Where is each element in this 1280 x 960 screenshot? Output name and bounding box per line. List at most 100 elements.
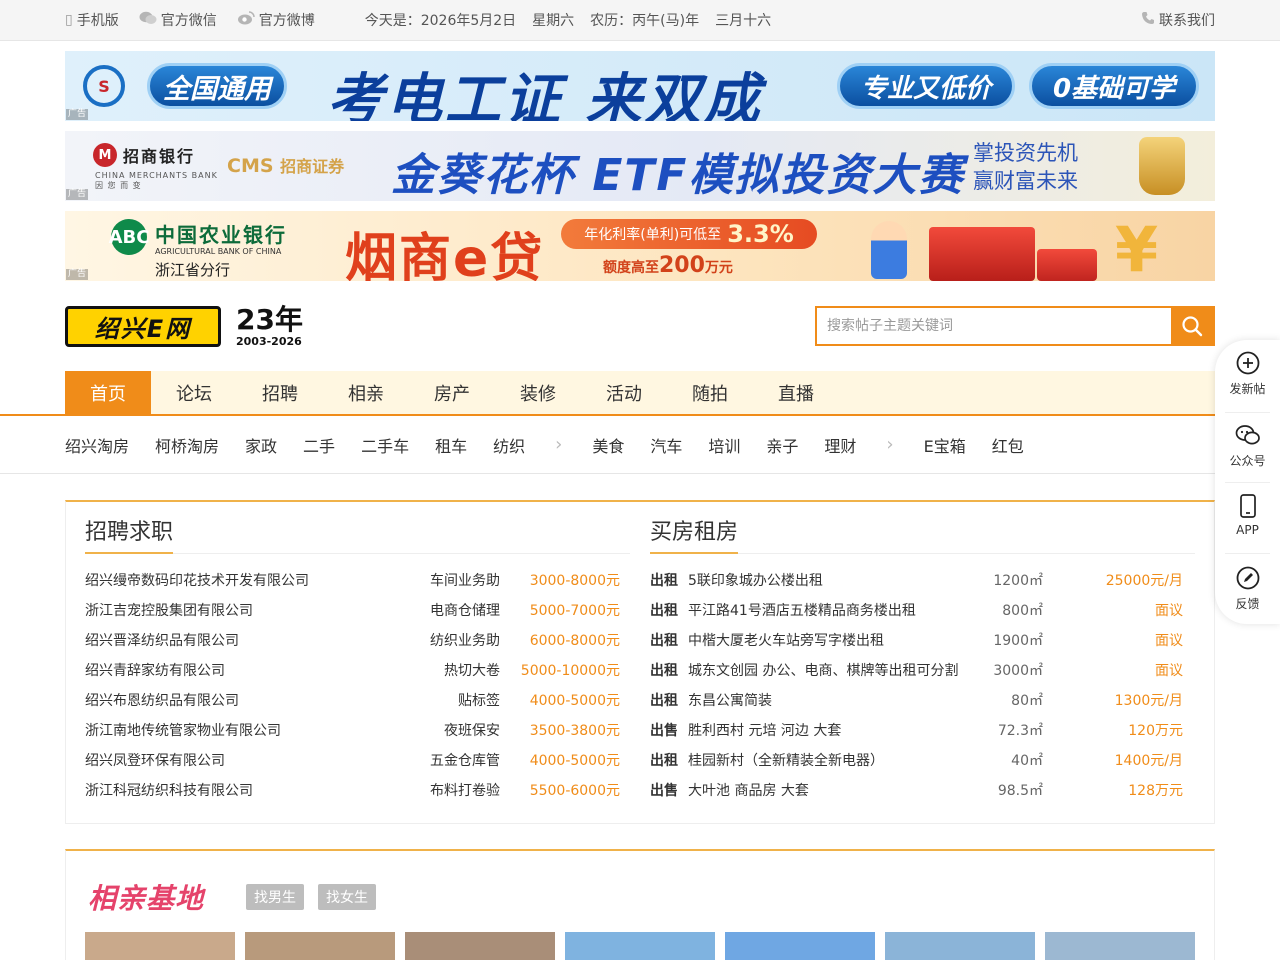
job-row[interactable]: 绍兴凤登环保有限公司 五金仓库管 4000-5000元: [85, 745, 630, 775]
title-underline: [85, 552, 173, 554]
nav-item-8[interactable]: 直播: [753, 371, 839, 414]
job-company[interactable]: 绍兴凤登环保有限公司: [85, 750, 385, 770]
cmb-motto: 因 您 而 变: [95, 181, 142, 190]
job-company[interactable]: 浙江科冠纺织科技有限公司: [85, 780, 385, 800]
profile-photo[interactable]: [725, 932, 875, 960]
house-title[interactable]: 城东文创园 办公、电商、棋牌等出租可分割: [688, 660, 988, 680]
house-title[interactable]: 桂园新村（全新精装全新电器）: [688, 750, 988, 770]
house-row[interactable]: 出租 5联印象城办公楼出租 1200㎡ 25000元/月: [650, 565, 1195, 595]
subnav-item[interactable]: 家政: [245, 433, 277, 457]
subnav-item[interactable]: 柯桥淘房: [155, 433, 219, 457]
dating-brand[interactable]: 相亲基地: [88, 877, 204, 917]
ad-banner-etf-contest[interactable]: M 招商银行 CHINA MERCHANTS BANK 因 您 而 变 CMS 招…: [65, 131, 1215, 201]
wechat-label: 官方微信: [160, 13, 217, 29]
house-row[interactable]: 出租 中楷大厦老火车站旁写字楼出租 1900㎡ 面议: [650, 625, 1195, 655]
house-area: 40㎡: [1011, 753, 1043, 769]
houses-title[interactable]: 买房租房: [650, 514, 738, 546]
find-male-button[interactable]: 找男生: [246, 884, 304, 910]
job-row[interactable]: 浙江南地传统管家物业有限公司 夜班保安 3500-3800元: [85, 715, 630, 745]
find-female-button[interactable]: 找女生: [318, 884, 376, 910]
subnav-item[interactable]: E宝箱: [924, 433, 966, 457]
job-row[interactable]: 绍兴布恩纺织品有限公司 贴标签 4000-5000元: [85, 685, 630, 715]
house-row[interactable]: 出租 桂园新村（全新精装全新电器） 40㎡ 1400元/月: [650, 745, 1195, 775]
weibo-link[interactable]: 官方微博: [237, 10, 315, 30]
subnav-item[interactable]: 美食: [592, 433, 624, 457]
nav-item-5[interactable]: 装修: [495, 371, 581, 414]
profile-photo[interactable]: [405, 932, 555, 960]
job-company[interactable]: 绍兴缦帝数码印花技术开发有限公司: [85, 570, 385, 590]
jobs-title[interactable]: 招聘求职: [85, 514, 173, 546]
job-row[interactable]: 绍兴青辞家纺有限公司 热切大卷 5000-10000元: [85, 655, 630, 685]
job-company[interactable]: 浙江吉宠控股集团有限公司: [85, 600, 385, 620]
job-row[interactable]: 绍兴缦帝数码印花技术开发有限公司 车间业务助 3000-8000元: [85, 565, 630, 595]
nav-item-6[interactable]: 活动: [581, 371, 667, 414]
house-row[interactable]: 出租 平江路41号酒店五楼精品商务楼出租 800㎡ 面议: [650, 595, 1195, 625]
job-row[interactable]: 浙江吉宠控股集团有限公司 电商仓储理 5000-7000元: [85, 595, 630, 625]
subnav-item[interactable]: 培训: [708, 433, 740, 457]
profile-photos: [85, 932, 1195, 960]
mobile-link[interactable]: ▯ 手机版: [65, 10, 119, 30]
nav-item-1[interactable]: 论坛: [151, 371, 237, 414]
abc-branch: 浙江省分行: [155, 261, 231, 279]
subnav-item[interactable]: 亲子: [766, 433, 798, 457]
nav-item-4[interactable]: 房产: [409, 371, 495, 414]
search-input[interactable]: [817, 308, 1171, 344]
today-date: 今天是：2026年5月2日: [364, 13, 517, 29]
subnav-divider: [0, 473, 1280, 474]
subnav-item[interactable]: 绍兴淘房: [65, 433, 129, 457]
job-row[interactable]: 浙江科冠纺织科技有限公司 布料打卷验 5500-6000元: [85, 775, 630, 805]
house-row[interactable]: 出租 城东文创园 办公、电商、棋牌等出租可分割 3000㎡ 面议: [650, 655, 1195, 685]
app-button[interactable]: APP: [1215, 493, 1280, 555]
nav-item-3[interactable]: 相亲: [323, 371, 409, 414]
house-title[interactable]: 大叶池 商品房 大套: [688, 780, 988, 800]
job-company[interactable]: 绍兴晋泽纺织品有限公司: [85, 630, 385, 650]
subnav-item[interactable]: 红包: [992, 433, 1024, 457]
profile-photo[interactable]: [245, 932, 395, 960]
subnav-item[interactable]: 租车: [435, 433, 467, 457]
slogan-line-2: 赢财富未来: [973, 169, 1078, 193]
house-title[interactable]: 平江路41号酒店五楼精品商务楼出租: [688, 600, 988, 620]
jobs-section: 招聘求职 绍兴缦帝数码印花技术开发有限公司 车间业务助 3000-8000元 浙江吉宠…: [85, 502, 630, 805]
school-logo: S: [83, 65, 125, 107]
house-row[interactable]: 出租 东昌公寓简装 80㎡ 1300元/月: [650, 685, 1195, 715]
search-button[interactable]: [1171, 308, 1213, 344]
subnav-item[interactable]: 二手车: [361, 433, 409, 457]
nav-item-7[interactable]: 随拍: [667, 371, 753, 414]
subnav-item[interactable]: 理财: [824, 433, 856, 457]
house-row[interactable]: 出售 大叶池 商品房 大套 98.5㎡ 128万元: [650, 775, 1195, 805]
subnav-item[interactable]: 纺织: [493, 433, 525, 457]
wechat-icon: [139, 11, 157, 29]
job-company[interactable]: 绍兴青辞家纺有限公司: [85, 660, 385, 680]
nav-item-0[interactable]: 首页: [65, 371, 151, 414]
job-company[interactable]: 绍兴布恩纺织品有限公司: [85, 690, 385, 710]
house-area: 1200㎡: [993, 573, 1043, 589]
house-price: 1300元/月: [1114, 693, 1183, 709]
subnav-item[interactable]: 汽车: [650, 433, 682, 457]
top-bar: ▯ 手机版 官方微信 官方微博 今天是：2026年5月2日 星期六 农历：丙午(马…: [0, 0, 1280, 41]
nav-item-2[interactable]: 招聘: [237, 371, 323, 414]
house-type: 出租: [650, 633, 678, 649]
site-logo[interactable]: 绍兴E网: [65, 306, 221, 347]
job-row[interactable]: 绍兴晋泽纺织品有限公司 纺织业务助 6000-8000元: [85, 625, 630, 655]
ad-banner-electrician[interactable]: S 全国通用 考电工证 来双成 专业又低价 0基础可学 广告: [65, 51, 1215, 121]
house-title[interactable]: 中楷大厦老火车站旁写字楼出租: [688, 630, 988, 650]
ad-banner-abc-loan[interactable]: ABC 中国农业银行 AGRICULTURAL BANK OF CHINA 浙江…: [65, 211, 1215, 281]
profile-photo[interactable]: [885, 932, 1035, 960]
subnav-item[interactable]: 二手: [303, 433, 335, 457]
feedback-button[interactable]: 反馈: [1215, 565, 1280, 627]
wechat-link[interactable]: 官方微信: [139, 10, 217, 30]
job-salary: 3500-3800元: [529, 723, 620, 739]
job-company[interactable]: 浙江南地传统管家物业有限公司: [85, 720, 385, 740]
profile-photo[interactable]: [85, 932, 235, 960]
house-title[interactable]: 东昌公寓简装: [688, 690, 988, 710]
house-row[interactable]: 出售 胜利西村 元培 河边 大套 72.3㎡ 120万元: [650, 715, 1195, 745]
contact-link[interactable]: 联系我们: [1141, 10, 1215, 30]
house-price: 120万元: [1128, 723, 1183, 739]
official-account-button[interactable]: 公众号: [1215, 422, 1280, 484]
profile-photo[interactable]: [1045, 932, 1195, 960]
profile-photo[interactable]: [565, 932, 715, 960]
house-price: 面议: [1155, 663, 1183, 679]
new-post-button[interactable]: 发新帖: [1215, 350, 1280, 412]
house-title[interactable]: 5联印象城办公楼出租: [688, 570, 988, 590]
house-title[interactable]: 胜利西村 元培 河边 大套: [688, 720, 988, 740]
